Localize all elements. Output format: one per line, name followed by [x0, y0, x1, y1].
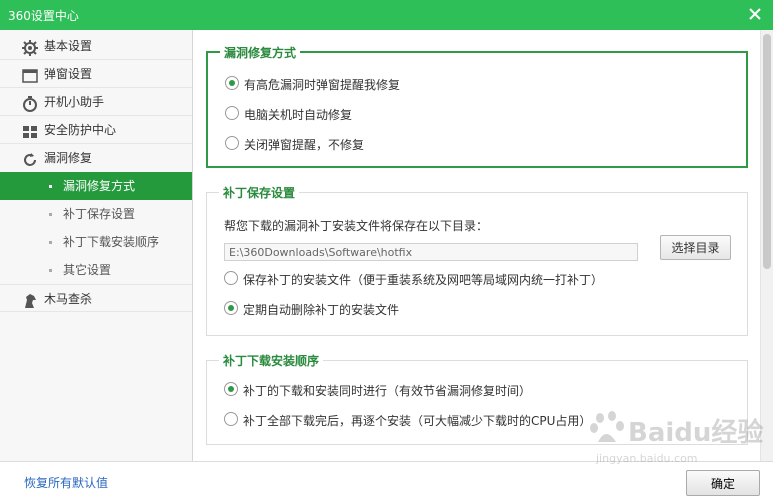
ok-button[interactable]: 确定 — [686, 470, 760, 496]
refresh-icon — [22, 150, 38, 166]
sidebar-item-label: 开机小助手 — [44, 95, 105, 109]
baidu-watermark: Baidu经验 jingyan.baidu.com — [586, 402, 764, 472]
section-title: 漏洞修复方式 — [220, 44, 301, 61]
paw-icon — [590, 411, 624, 442]
bullet-icon — [49, 269, 52, 272]
patch-path-field[interactable] — [224, 243, 638, 261]
horse-icon — [22, 291, 38, 308]
restore-defaults-link[interactable]: 恢复所有默认值 — [24, 474, 108, 491]
radio-button[interactable] — [224, 412, 238, 426]
patch-save-group: 补丁保存设置 帮您下载的漏洞补丁安装文件将保存在以下目录： 选择目录 保存补丁的… — [206, 184, 748, 336]
section-title: 补丁保存设置 — [219, 184, 300, 201]
radio-label: 保存补丁的安装文件（便于重装系统及网吧等局域网内统一打补丁） — [243, 273, 604, 287]
window-title: 360设置中心 — [8, 9, 79, 23]
sidebar: 基本设置 弹窗设置 开机小助手 安全防护中心 漏洞修复 漏洞修复方式 补丁保存设… — [0, 30, 193, 461]
sidebar-item-label: 木马查杀 — [44, 292, 93, 306]
watermark-text: Baidu经验 — [628, 418, 764, 448]
repair-mode-group: 漏洞修复方式 有高危漏洞时弹窗提醒我修复 电脑关机时自动修复 关闭弹窗提醒，不修… — [206, 44, 748, 168]
sidebar-item-basic[interactable]: 基本设置 — [0, 32, 192, 60]
vertical-scrollbar[interactable] — [760, 30, 773, 461]
sidebar-item-label: 补丁下载安装顺序 — [63, 235, 160, 249]
browse-folder-button[interactable]: 选择目录 — [660, 235, 731, 260]
sidebar-item-label: 基本设置 — [44, 39, 93, 53]
settings-panel: 漏洞修复方式 有高危漏洞时弹窗提醒我修复 电脑关机时自动修复 关闭弹窗提醒，不修… — [194, 30, 758, 461]
radio-button[interactable] — [224, 382, 238, 396]
sidebar-item-label: 漏洞修复 — [44, 151, 93, 165]
radio-button[interactable] — [225, 136, 239, 150]
radio-label: 电脑关机时自动修复 — [244, 108, 353, 122]
radio-label: 关闭弹窗提醒，不修复 — [244, 138, 365, 152]
radio-label: 定期自动删除补丁的安装文件 — [243, 303, 400, 317]
sidebar-item-label: 漏洞修复方式 — [63, 179, 136, 193]
sidebar-item-repair-mode[interactable]: 漏洞修复方式 — [0, 172, 192, 200]
sidebar-item-popup[interactable]: 弹窗设置 — [0, 60, 192, 88]
bullet-icon — [49, 185, 52, 188]
radio-label: 有高危漏洞时弹窗提醒我修复 — [244, 78, 401, 92]
radio-button[interactable] — [225, 76, 239, 90]
sidebar-item-download-order[interactable]: 补丁下载安装顺序 — [0, 228, 192, 256]
bullet-icon — [49, 213, 52, 216]
section-title: 补丁下载安装顺序 — [219, 352, 324, 369]
sidebar-item-label: 其它设置 — [63, 263, 112, 277]
sidebar-item-vuln-repair[interactable]: 漏洞修复 — [0, 144, 192, 172]
title-bar: 360设置中心 — [0, 0, 773, 30]
gear-icon — [22, 38, 38, 56]
radio-label: 补丁的下载和安装同时进行（有效节省漏洞修复时间） — [243, 384, 532, 398]
sidebar-item-security[interactable]: 安全防护中心 — [0, 116, 192, 144]
stopwatch-icon — [22, 94, 38, 112]
sidebar-item-other[interactable]: 其它设置 — [0, 256, 192, 284]
grid-icon — [22, 122, 38, 138]
radio-label: 补丁全部下载完后，再逐个安装（可大幅减少下载时的CPU占用） — [243, 414, 592, 428]
sidebar-item-label: 安全防护中心 — [44, 123, 117, 137]
radio-button[interactable] — [224, 271, 238, 285]
radio-button[interactable] — [225, 106, 239, 120]
watermark-url: jingyan.baidu.com — [596, 452, 698, 465]
sidebar-item-startup[interactable]: 开机小助手 — [0, 88, 192, 116]
sidebar-item-patch-save[interactable]: 补丁保存设置 — [0, 200, 192, 228]
window-icon — [22, 66, 38, 83]
scrollbar-thumb[interactable] — [763, 34, 771, 269]
sidebar-item-trojan-scan[interactable]: 木马查杀 — [0, 284, 192, 312]
sidebar-item-label: 补丁保存设置 — [63, 207, 136, 221]
patch-save-description: 帮您下载的漏洞补丁安装文件将保存在以下目录： — [224, 219, 489, 233]
radio-button[interactable] — [224, 301, 238, 315]
close-icon[interactable] — [745, 4, 765, 24]
bullet-icon — [49, 241, 52, 244]
sidebar-item-label: 弹窗设置 — [44, 67, 93, 81]
